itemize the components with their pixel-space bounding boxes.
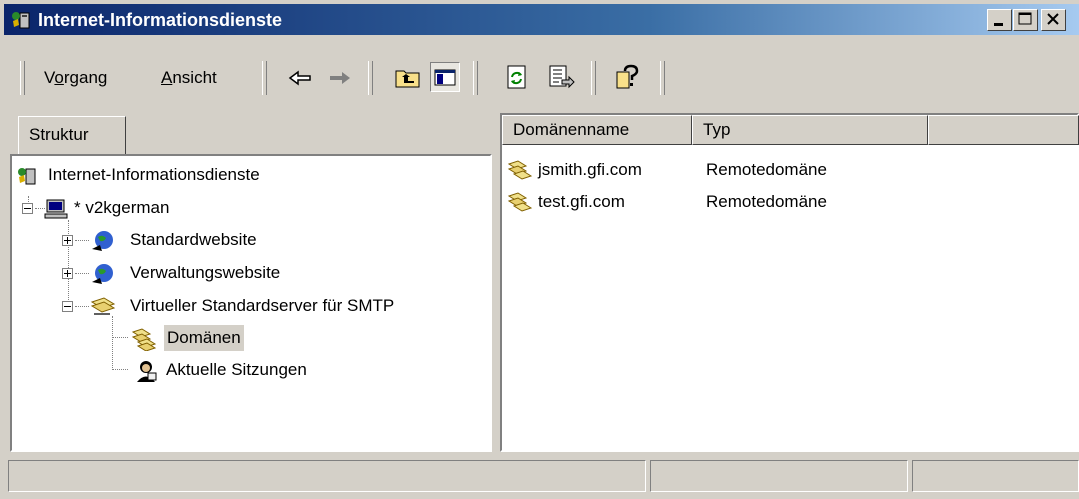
tree-line bbox=[112, 369, 128, 370]
expand-toggle[interactable] bbox=[62, 268, 73, 279]
toolbar-grip[interactable] bbox=[262, 61, 267, 95]
expand-toggle[interactable] bbox=[62, 235, 73, 246]
tree-item-smtp-server[interactable]: Virtueller Standardserver für SMTP bbox=[90, 293, 480, 319]
website-globe-icon bbox=[92, 231, 113, 251]
status-panel bbox=[8, 460, 646, 492]
tree-item-iis-root[interactable]: Internet-Informationsdienste bbox=[16, 162, 476, 188]
website-globe-icon bbox=[92, 264, 113, 284]
column-header-domaenenname[interactable]: Domänenname bbox=[502, 115, 692, 145]
list-item[interactable]: jsmith.gfi.com Remotedomäne bbox=[506, 157, 1066, 183]
toolbar-separator bbox=[368, 61, 373, 95]
domain-icon bbox=[507, 192, 533, 212]
minimize-button[interactable] bbox=[987, 9, 1012, 31]
up-folder-icon[interactable] bbox=[393, 63, 423, 93]
tree-line bbox=[112, 337, 128, 338]
menu-vorgang[interactable]: Vorgang bbox=[44, 68, 107, 88]
show-tree-icon bbox=[434, 69, 456, 86]
tree-line bbox=[75, 273, 89, 274]
export-list-icon[interactable] bbox=[547, 63, 577, 93]
tree-item-aktuelle-sitzungen[interactable]: Aktuelle Sitzungen bbox=[130, 357, 430, 383]
iis-icon bbox=[18, 168, 36, 185]
tree-item-verwaltungswebsite[interactable]: Verwaltungswebsite bbox=[90, 260, 470, 286]
close-button[interactable] bbox=[1041, 9, 1066, 31]
column-header-empty[interactable] bbox=[928, 115, 1079, 145]
help-icon[interactable] bbox=[613, 63, 643, 93]
tree-line bbox=[75, 240, 89, 241]
toolbar-grip bbox=[660, 61, 665, 95]
toolbar: Vorgang Ansicht bbox=[6, 56, 1079, 101]
title-bar[interactable]: Internet-Informationsdienste bbox=[4, 4, 1079, 35]
tab-struktur[interactable]: Struktur bbox=[18, 116, 126, 156]
window-title: Internet-Informationsdienste bbox=[38, 10, 283, 30]
maximize-button[interactable] bbox=[1013, 9, 1038, 31]
show-tree-button[interactable] bbox=[430, 62, 460, 92]
collapse-toggle[interactable] bbox=[22, 203, 33, 214]
collapse-toggle[interactable] bbox=[62, 301, 73, 312]
refresh-icon[interactable] bbox=[502, 63, 532, 93]
domains-icon bbox=[131, 328, 157, 351]
toolbar-separator bbox=[473, 61, 478, 95]
column-header-typ[interactable]: Typ bbox=[692, 115, 928, 145]
list-pane[interactable]: Domänenname Typ jsmith.gfi.com Remotedom… bbox=[500, 113, 1079, 452]
tree-line bbox=[68, 220, 69, 308]
tree-item-server[interactable]: * v2kgerman bbox=[44, 195, 474, 221]
tree-line bbox=[112, 316, 113, 370]
toolbar-grip[interactable] bbox=[20, 61, 25, 95]
status-panel bbox=[650, 460, 908, 492]
tree-item-domaenen[interactable]: Domänen bbox=[130, 325, 330, 351]
tree-item-standardwebsite[interactable]: Standardwebsite bbox=[90, 227, 470, 253]
domain-type: Remotedomäne bbox=[706, 160, 827, 179]
menu-ansicht[interactable]: Ansicht bbox=[161, 68, 217, 88]
tree-pane[interactable]: Internet-Informationsdienste * v2kgerman… bbox=[10, 154, 492, 452]
domain-name: jsmith.gfi.com bbox=[538, 160, 642, 179]
toolbar-separator bbox=[591, 61, 596, 95]
tree-line bbox=[75, 306, 89, 307]
back-arrow-icon[interactable] bbox=[286, 63, 316, 93]
tab-struktur-label: Struktur bbox=[29, 125, 89, 144]
smtp-server-icon bbox=[90, 297, 116, 315]
list-item[interactable]: test.gfi.com Remotedomäne bbox=[506, 189, 1066, 215]
domain-icon bbox=[507, 160, 533, 180]
domain-name: test.gfi.com bbox=[538, 192, 625, 211]
sessions-icon bbox=[137, 361, 157, 382]
forward-arrow-icon[interactable] bbox=[324, 63, 354, 93]
mmc-window: Internet-Informationsdienste Vorgang Ans… bbox=[0, 0, 1079, 499]
domain-type: Remotedomäne bbox=[706, 192, 827, 211]
computer-icon bbox=[44, 199, 68, 219]
status-panel bbox=[912, 460, 1079, 492]
iis-app-icon bbox=[12, 12, 30, 29]
